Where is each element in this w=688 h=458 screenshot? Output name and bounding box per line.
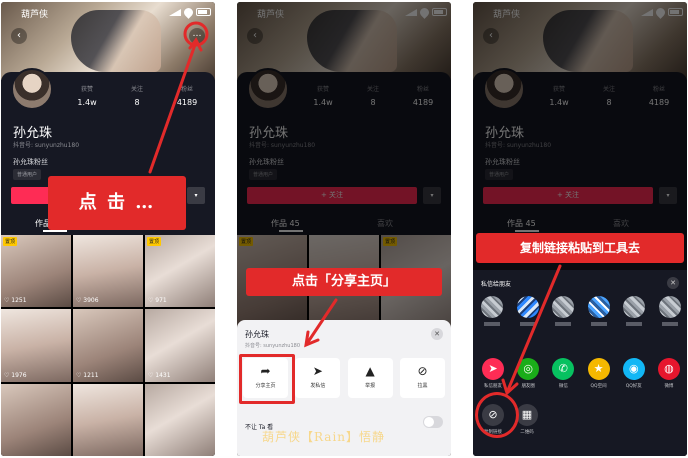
- highlight-ring: [475, 392, 519, 438]
- status-app-name: 葫芦侠: [21, 10, 49, 20]
- share-label: 微博: [664, 384, 674, 389]
- video-thumbnail[interactable]: ♡ 1211: [73, 309, 143, 382]
- share-target-message[interactable]: ➤ 私信朋友: [479, 358, 507, 389]
- callout-step2: 点击「分享主页」: [246, 268, 442, 296]
- action-label: 举报: [365, 383, 376, 389]
- video-thumbnail[interactable]: [145, 383, 215, 456]
- close-icon[interactable]: ✕: [667, 277, 679, 289]
- friend-avatar[interactable]: [587, 296, 610, 318]
- share-targets: ➤ 私信朋友 ◎ 朋友圈 ✆ 微信 ★ QQ空间 ◉ QQ好友 ◍ 微博: [479, 358, 683, 389]
- video-thumbnail[interactable]: ♡ 3906: [73, 235, 143, 308]
- video-thumbnail[interactable]: [1, 383, 71, 456]
- sheet-account-id: 抖音号: sunyunzhu180: [245, 343, 301, 349]
- video-thumbnail[interactable]: ♡ 1976: [1, 309, 71, 382]
- share-target-qzone[interactable]: ★ QQ空间: [585, 358, 613, 389]
- sheet-profile-name: 孙允珠: [245, 330, 269, 339]
- qq-icon: ◉: [622, 358, 645, 380]
- highlight-box: [239, 354, 295, 404]
- fans-group[interactable]: 孙允珠粉丝: [13, 157, 48, 167]
- action-label: 拉黑: [417, 383, 428, 389]
- hide-from-toggle[interactable]: [423, 416, 443, 428]
- action-label: 发私信: [310, 383, 326, 389]
- like-count: ♡ 971: [148, 297, 167, 305]
- friend-avatar[interactable]: [481, 296, 503, 318]
- video-thumbnail[interactable]: 置顶 ♡ 971: [145, 235, 215, 308]
- stat-likes[interactable]: 获赞 1.4w: [67, 84, 107, 107]
- more-options-icon[interactable]: …: [189, 28, 205, 44]
- profile-name: 孙允珠: [13, 126, 53, 141]
- wifi-icon: [182, 6, 195, 19]
- friend-names-blurred: [481, 322, 681, 326]
- battery-icon: [196, 8, 211, 16]
- share-target-wechat[interactable]: ✆ 微信: [549, 358, 577, 389]
- chevron-down-icon[interactable]: ▾: [187, 187, 205, 204]
- report-button[interactable]: ▲ 举报: [347, 358, 393, 398]
- share-target-moments[interactable]: ◎ 朋友圈: [514, 358, 542, 389]
- block-icon: ⊘: [417, 364, 428, 378]
- send-message-button[interactable]: ➤ 发私信: [295, 358, 341, 398]
- signal-icon: [169, 9, 181, 16]
- stat-label: 获赞: [80, 86, 93, 93]
- friend-avatar[interactable]: [623, 296, 646, 318]
- tab-underline: [43, 230, 67, 232]
- stat-label: 关注: [130, 86, 143, 93]
- share-label: QQ空间: [590, 384, 607, 389]
- share-panel-header: 私信给朋友: [481, 281, 512, 288]
- stat-following[interactable]: 关注 8: [117, 84, 157, 107]
- weibo-icon: ◍: [657, 358, 680, 380]
- account-id: 抖音号: sunyunzhu180: [13, 142, 80, 149]
- stat-followers[interactable]: 粉丝 4189: [167, 84, 207, 107]
- friend-avatar[interactable]: [552, 296, 575, 318]
- like-count: ♡ 3906: [76, 297, 99, 305]
- share-label: 微信: [558, 384, 568, 389]
- video-thumbnail[interactable]: [73, 383, 143, 456]
- like-count: ♡ 1431: [148, 371, 171, 379]
- phone-screen-step3: 葫芦侠 ‹ 获赞1.4w 关注8 粉丝4189 孙允珠 抖音号: sunyunz…: [473, 2, 687, 456]
- friend-list: [481, 296, 681, 318]
- like-count: ♡ 1211: [76, 371, 99, 379]
- phone-screen-step2: 葫芦侠 ‹ 获赞1.4w 关注8 粉丝4189 孙允珠 抖音号: sunyunz…: [237, 2, 451, 456]
- share-label: 私信朋友: [484, 384, 502, 389]
- video-grid: 置顶 ♡ 1251 ♡ 3906 置顶 ♡ 971 ♡ 1976 ♡ 1211 ♡ …: [1, 235, 215, 456]
- pinned-badge: 置顶: [147, 237, 162, 246]
- block-button[interactable]: ⊘ 拉黑: [399, 358, 445, 398]
- callout-step3: 复制链接粘贴到工具去: [476, 233, 684, 263]
- video-thumbnail[interactable]: ♡ 1431: [145, 309, 215, 382]
- avatar[interactable]: [11, 68, 53, 110]
- share-target-weibo[interactable]: ◍ 微博: [655, 358, 683, 389]
- user-tag: 普通用户: [13, 169, 42, 180]
- stat-label: 粉丝: [180, 86, 193, 93]
- send-icon: ➤: [482, 358, 504, 380]
- stat-value: 8: [134, 98, 140, 107]
- pinned-badge: 置顶: [3, 237, 18, 246]
- friend-avatar[interactable]: [516, 296, 539, 318]
- send-icon: ➤: [312, 364, 323, 378]
- like-count: ♡ 1251: [4, 297, 27, 305]
- moments-icon: ◎: [517, 358, 540, 380]
- video-thumbnail[interactable]: 置顶 ♡ 1251: [1, 235, 71, 308]
- watermark: 葫芦侠【Rain】悟静: [262, 430, 386, 444]
- wechat-icon: ✆: [552, 358, 575, 380]
- stat-value: 1.4w: [77, 98, 97, 107]
- qzone-icon: ★: [587, 358, 610, 380]
- share-label: QQ好友: [625, 384, 642, 389]
- friend-avatar[interactable]: [658, 296, 681, 318]
- close-icon[interactable]: ✕: [431, 328, 443, 340]
- share-target-qq[interactable]: ◉ QQ好友: [620, 358, 648, 389]
- callout-step1: 点 击 …: [48, 176, 186, 230]
- share-label: 朋友圈: [521, 384, 535, 389]
- stat-value: 4189: [176, 98, 198, 107]
- back-icon[interactable]: ‹: [11, 28, 27, 44]
- qr-code-icon: ▦: [516, 404, 538, 426]
- like-count: ♡ 1976: [4, 371, 27, 379]
- tool-label: 二维码: [520, 430, 534, 435]
- warning-icon: ▲: [365, 364, 375, 378]
- status-bar: 葫芦侠: [1, 6, 215, 20]
- profile-stats: 获赞 1.4w 关注 8 粉丝 4189: [67, 84, 207, 107]
